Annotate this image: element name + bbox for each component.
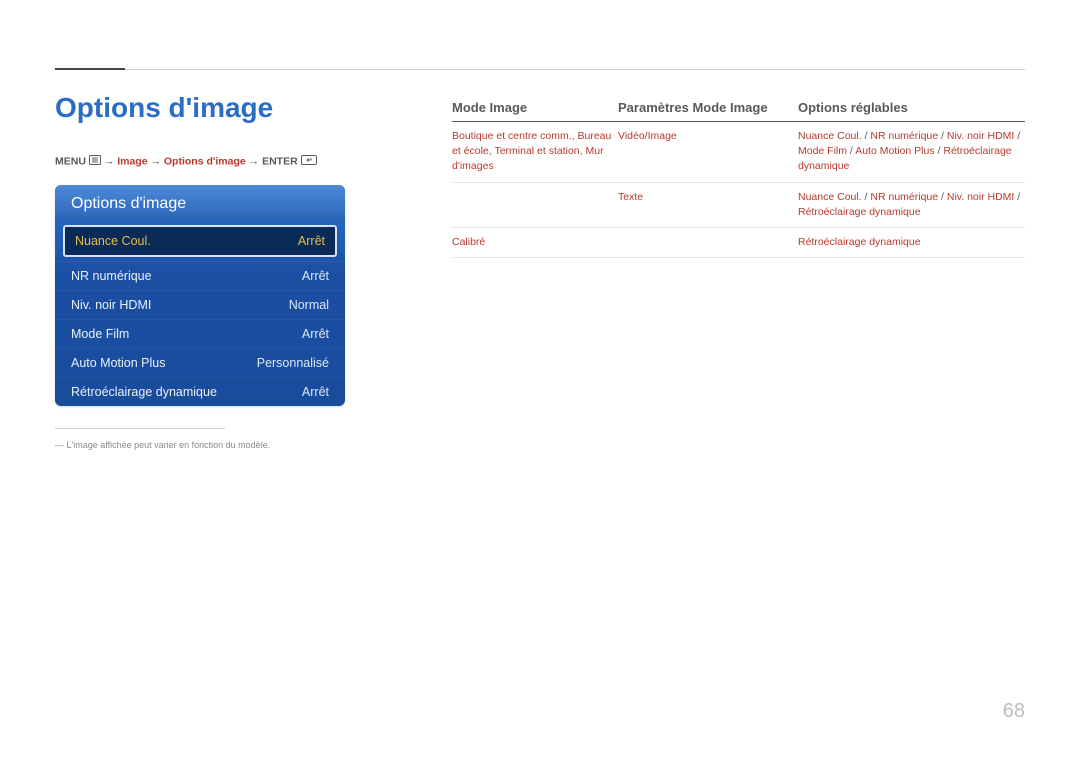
bc-enter-label: ENTER xyxy=(262,155,298,167)
menu-item-value: Normal xyxy=(289,298,329,312)
table-row: Texte Nuance Coul. / NR numérique / Niv. … xyxy=(452,183,1025,228)
menu-item[interactable]: Nuance Coul. Arrêt xyxy=(63,225,337,257)
menu-item[interactable]: Niv. noir HDMI Normal xyxy=(55,290,345,319)
table-row: Calibré Rétroéclairage dynamique xyxy=(452,228,1025,258)
separator: / xyxy=(938,191,947,203)
bc-arrow-3: → xyxy=(249,155,260,167)
menu-item[interactable]: Mode Film Arrêt xyxy=(55,319,345,348)
th-options-reglables: Options réglables xyxy=(798,100,1025,115)
options-menu-panel: Options d'image Nuance Coul.ArrêtNR numé… xyxy=(55,185,345,406)
page-number: 68 xyxy=(1003,700,1025,723)
cell-params xyxy=(618,235,798,250)
panel-title: Options d'image xyxy=(55,185,345,221)
rule-long xyxy=(125,69,1025,70)
bc-item-options: Options d'image xyxy=(164,155,246,167)
menu-item-value: Arrêt xyxy=(298,234,325,248)
menu-item-label: NR numérique xyxy=(71,269,152,283)
menu-item[interactable]: Auto Motion Plus Personnalisé xyxy=(55,348,345,377)
options-table: Mode Image Paramètres Mode Image Options… xyxy=(452,100,1025,258)
separator: / xyxy=(847,145,855,157)
menu-item-value: Arrêt xyxy=(302,385,329,399)
term: Niv. noir HDMI xyxy=(947,130,1014,142)
term: Nuance Coul. xyxy=(798,130,862,142)
menu-item-value: Personnalisé xyxy=(257,356,329,370)
menu-item-label: Niv. noir HDMI xyxy=(71,298,151,312)
bc-item-image: Image xyxy=(117,155,147,167)
menu-item-value: Arrêt xyxy=(302,269,329,283)
menu-item-label: Nuance Coul. xyxy=(75,234,151,248)
term: Rétroéclairage dynamique xyxy=(798,206,921,218)
table-row: Boutique et centre comm., Bureau et écol… xyxy=(452,122,1025,183)
cell-options: Rétroéclairage dynamique xyxy=(798,235,1025,250)
cell-params: Vidéo/Image xyxy=(618,129,798,175)
menu-item-label: Rétroéclairage dynamique xyxy=(71,385,217,399)
cell-mode-image: Boutique et centre comm., Bureau et écol… xyxy=(452,129,618,175)
cell-mode-image: Calibré xyxy=(452,235,618,250)
menu-icon xyxy=(89,155,101,168)
term: NR numérique xyxy=(870,130,938,142)
menu-item-value: Arrêt xyxy=(302,327,329,341)
footnote: ― L'image affichée peut varier en foncti… xyxy=(55,440,270,450)
term: Niv. noir HDMI xyxy=(947,191,1014,203)
menu-item[interactable]: Rétroéclairage dynamique Arrêt xyxy=(55,377,345,406)
menu-item-label: Auto Motion Plus xyxy=(71,356,166,370)
breadcrumb: MENU → Image → Options d'image → ENTER xyxy=(55,155,317,168)
bc-arrow-1: → xyxy=(104,155,115,167)
th-mode-image: Mode Image xyxy=(452,100,618,115)
term: Rétroéclairage dynamique xyxy=(798,236,921,248)
page-title: Options d'image xyxy=(55,92,273,124)
cell-params: Texte xyxy=(618,190,798,220)
separator: / xyxy=(938,130,947,142)
footnote-text: L'image affichée peut varier en fonction… xyxy=(67,440,271,450)
term: Texte xyxy=(618,191,643,203)
table-header: Mode Image Paramètres Mode Image Options… xyxy=(452,100,1025,122)
term: NR numérique xyxy=(870,191,938,203)
rule-short xyxy=(55,68,125,70)
bc-menu-label: MENU xyxy=(55,155,86,167)
bc-arrow-2: → xyxy=(150,155,161,167)
cell-mode-image xyxy=(452,190,618,220)
cell-options: Nuance Coul. / NR numérique / Niv. noir … xyxy=(798,190,1025,220)
th-params-mode-image: Paramètres Mode Image xyxy=(618,100,798,115)
term: Terminal et station xyxy=(494,145,579,157)
footnote-rule xyxy=(55,428,225,429)
footnote-dash: ― xyxy=(55,440,64,450)
separator: / xyxy=(1014,191,1020,203)
term: Vidéo/Image xyxy=(618,130,677,142)
term: Nuance Coul. xyxy=(798,191,862,203)
term: Mode Film xyxy=(798,145,847,157)
cell-options: Nuance Coul. / NR numérique / Niv. noir … xyxy=(798,129,1025,175)
enter-icon xyxy=(301,155,317,168)
separator: / xyxy=(1014,130,1020,142)
term: Boutique et centre comm. xyxy=(452,130,572,142)
term: Auto Motion Plus xyxy=(855,145,934,157)
menu-item-label: Mode Film xyxy=(71,327,129,341)
menu-item[interactable]: NR numérique Arrêt xyxy=(55,261,345,290)
term: Calibré xyxy=(452,236,485,248)
